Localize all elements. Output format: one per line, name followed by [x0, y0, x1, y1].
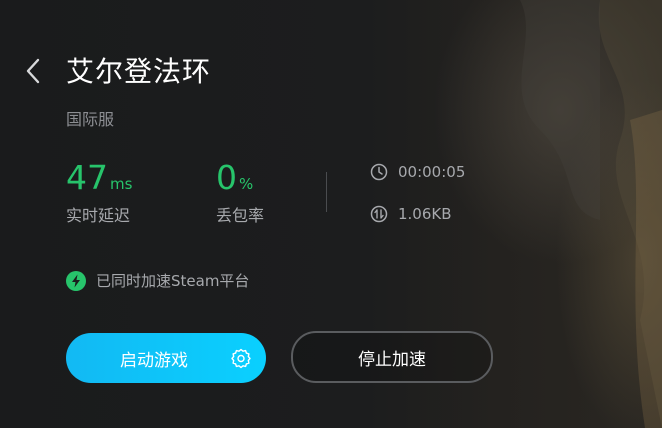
duration-value: 00:00:05 — [398, 163, 466, 181]
lightning-icon — [66, 270, 86, 291]
packet-loss-stat: 0% 丢包率 — [216, 158, 264, 226]
stats-divider — [326, 172, 327, 212]
session-traffic: 1.06KB — [370, 205, 452, 223]
game-title: 艾尔登法环 — [66, 55, 212, 88]
packet-loss-unit: % — [239, 175, 254, 193]
latency-value: 47 — [66, 158, 108, 197]
stop-acceleration-label: 停止加速 — [358, 349, 426, 370]
session-duration: 00:00:05 — [370, 163, 465, 181]
server-region: 国际服 — [66, 110, 115, 129]
clock-icon — [370, 163, 388, 181]
latency-stat: 47 ms 实时延迟 — [66, 158, 132, 226]
chevron-left-icon — [25, 58, 41, 84]
latency-unit: ms — [110, 175, 133, 193]
packet-loss-label: 丢包率 — [216, 206, 265, 225]
packet-loss-value: 0 — [216, 158, 237, 197]
steam-acceleration-note: 已同时加速Steam平台 — [66, 270, 249, 291]
traffic-value: 1.06KB — [398, 205, 452, 223]
steam-note-text: 已同时加速Steam平台 — [96, 272, 250, 290]
launch-game-button[interactable]: 启动游戏 — [66, 333, 266, 383]
gear-icon[interactable] — [230, 347, 252, 369]
launch-game-label: 启动游戏 — [120, 350, 188, 371]
transfer-icon — [370, 205, 388, 223]
latency-label: 实时延迟 — [66, 206, 131, 225]
stop-acceleration-button[interactable]: 停止加速 — [291, 331, 493, 383]
back-button[interactable] — [18, 54, 48, 88]
